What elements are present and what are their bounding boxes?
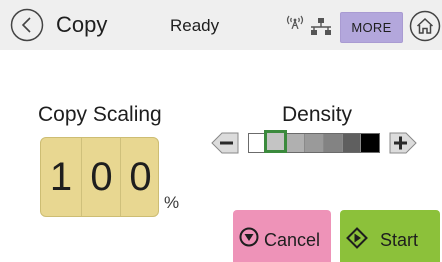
home-icon bbox=[409, 10, 441, 42]
density-increase-button[interactable] bbox=[388, 128, 418, 158]
stop-icon bbox=[239, 227, 259, 247]
home-button[interactable] bbox=[409, 10, 441, 42]
page-title: Copy bbox=[56, 12, 108, 37]
start-button[interactable]: Start bbox=[340, 210, 440, 262]
wireless-signal-icon bbox=[286, 15, 304, 29]
start-label: Start bbox=[380, 230, 419, 250]
density-level[interactable] bbox=[342, 134, 362, 152]
density-decrease-button[interactable] bbox=[210, 128, 240, 158]
plus-icon bbox=[389, 132, 417, 154]
scaling-digit-ones[interactable]: 0 bbox=[120, 138, 158, 216]
density-selected-marker bbox=[264, 130, 287, 153]
copy-scaling-input[interactable]: 1 0 0 bbox=[40, 137, 159, 217]
minus-icon bbox=[211, 132, 239, 154]
back-button[interactable] bbox=[10, 8, 44, 42]
top-bar: Copy Ready MORE bbox=[0, 0, 442, 50]
density-level[interactable] bbox=[286, 134, 306, 152]
density-level[interactable] bbox=[323, 134, 343, 152]
scaling-digit-tens[interactable]: 0 bbox=[81, 138, 121, 216]
density-label: Density bbox=[282, 103, 353, 126]
copy-scaling-label: Copy Scaling bbox=[38, 103, 162, 126]
network-icon bbox=[311, 18, 331, 35]
cancel-button[interactable]: Cancel bbox=[233, 210, 331, 262]
scaling-unit: % bbox=[164, 193, 180, 212]
start-icon bbox=[346, 227, 368, 249]
chevron-left-circle-icon bbox=[10, 8, 44, 42]
cancel-label: Cancel bbox=[264, 230, 321, 250]
more-button[interactable]: MORE bbox=[340, 12, 403, 43]
density-level[interactable] bbox=[305, 134, 324, 152]
status-text: Ready bbox=[170, 16, 220, 35]
scaling-digit-hundreds[interactable]: 1 bbox=[41, 138, 81, 216]
density-level[interactable] bbox=[361, 134, 380, 152]
